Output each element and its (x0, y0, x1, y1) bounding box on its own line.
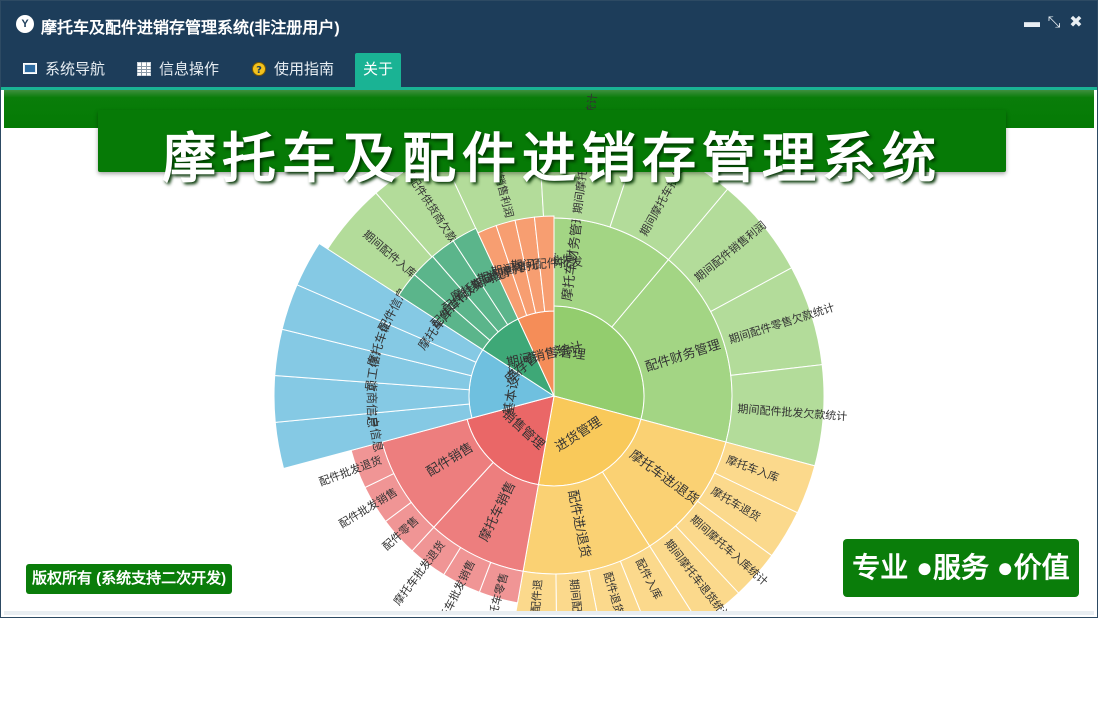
window-title: 摩托车及配件进销存管理系统(非注册用户) (41, 20, 340, 37)
menu-item-user-guide[interactable]: ? 使用指南 (244, 53, 342, 87)
close-button[interactable]: ✖ (1066, 13, 1086, 33)
menu-item-about[interactable]: 关于 (355, 53, 402, 87)
banner: 摩托车及配件进销存管理系统 (98, 110, 1006, 189)
grid-icon (137, 62, 151, 76)
monitor-icon (23, 63, 37, 74)
minimize-button[interactable]: ▬ (1022, 13, 1042, 33)
restore-button[interactable]: ⤡ (1044, 13, 1064, 33)
menu-label-system-nav: 系统导航 (45, 61, 106, 78)
status-strip (4, 611, 1094, 615)
copyright-label: 版权所有 (系统支持二次开发) (26, 564, 233, 594)
menu-label-about: 关于 (363, 61, 394, 78)
about-panel: 进货财务管理期间摩托车入付摩托车供货期间配件入库付配件供货商欠款摩托车财务管理期… (4, 90, 1094, 611)
banner-title: 摩托车及配件进销存管理系统 (162, 129, 942, 189)
title-bar: Y 摩托车及配件进销存管理系统(非注册用户) ▬ ⤡ ✖ (1, 1, 1097, 47)
menu-item-system-nav[interactable]: 系统导航 (15, 53, 113, 87)
menu-bar: 系统导航 信息操作 ? 使用指南 关于 (1, 47, 1097, 87)
svg-text:?: ? (256, 65, 262, 76)
menu-label-user-guide: 使用指南 (274, 61, 335, 78)
menu-label-info-ops: 信息操作 (159, 61, 220, 78)
help-icon: ? (252, 62, 266, 76)
app-logo-icon: Y (16, 15, 34, 33)
slogan-badge: 专业 ●服务 ●价值 (843, 539, 1079, 597)
app-window: Y 摩托车及配件进销存管理系统(非注册用户) ▬ ⤡ ✖ 系统导航 信息操作 ?… (0, 0, 1098, 618)
menu-item-info-ops[interactable]: 信息操作 (129, 53, 227, 87)
